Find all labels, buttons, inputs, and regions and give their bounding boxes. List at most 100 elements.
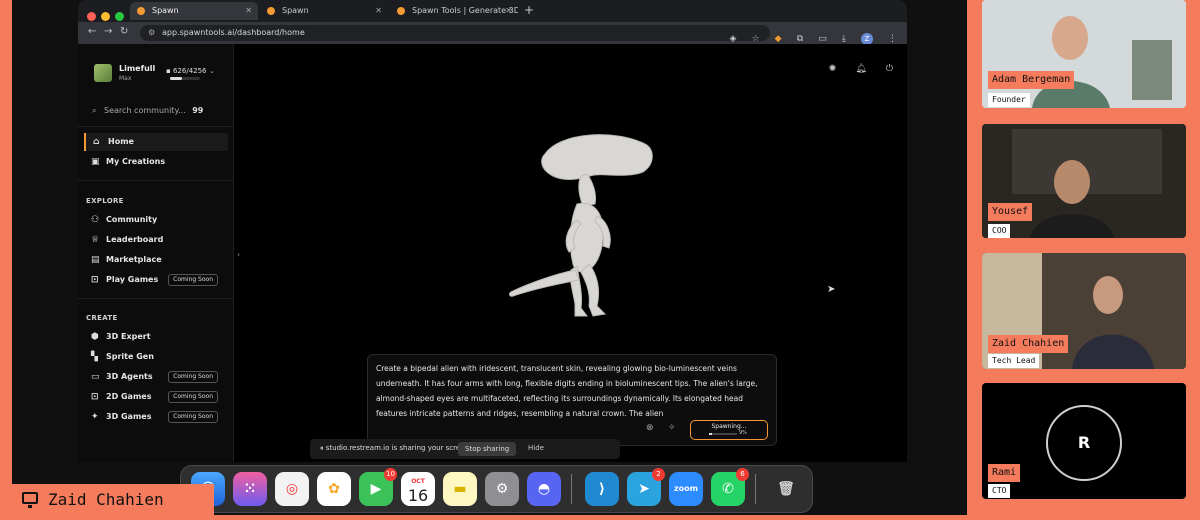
search-icon: ⌕ bbox=[92, 106, 97, 115]
screen-share-bar: ⏸ studio.restream.io is sharing your scr… bbox=[310, 439, 620, 459]
explore-section-title: EXPLORE bbox=[86, 197, 124, 205]
telegram-icon[interactable]: ➤ 2 bbox=[627, 468, 665, 506]
avatar: R bbox=[1046, 405, 1122, 481]
coming-soon-badge: Coming Soon bbox=[168, 274, 218, 286]
monitor-icon bbox=[22, 492, 38, 508]
collapse-sidebar-icon[interactable]: ‹ bbox=[237, 250, 240, 259]
facetime-icon[interactable]: ▶ 10 bbox=[359, 468, 397, 506]
spawn-button[interactable]: Spawning... 9% bbox=[690, 420, 768, 440]
close-tab-icon[interactable]: ✕ bbox=[245, 2, 252, 20]
participant-name: Adam Bergeman bbox=[988, 71, 1075, 89]
help-icon[interactable]: ⏻ bbox=[886, 64, 893, 74]
address-bar[interactable]: ⚙ app.spawntools.ai/dashboard/home bbox=[140, 25, 770, 41]
sidebar-item-home[interactable]: ⌂ Home bbox=[84, 133, 228, 151]
macos-dock: ☺ ⁙ ◎ ✿ ▶10 OCT16 ▬ ⚙ ◓ ⟩ ➤2 zoom ✆6 🗑︎ bbox=[180, 465, 813, 513]
sidepanel-icon[interactable]: ▭ bbox=[818, 34, 827, 44]
puzzle-extensions-icon[interactable]: ⧉ bbox=[797, 34, 803, 44]
sidebar-item-3d-expert[interactable]: ⬢ 3D Expert bbox=[84, 328, 228, 346]
spawn-progress-bar bbox=[709, 433, 737, 435]
participant-tile-1[interactable]: Adam Bergeman Founder bbox=[982, 0, 1186, 108]
dock-separator bbox=[571, 474, 572, 504]
maximize-window-button[interactable] bbox=[115, 12, 124, 21]
spawn-favicon-icon bbox=[137, 7, 145, 15]
sidebar-item-leaderboard[interactable]: ♕ Leaderboard bbox=[84, 231, 228, 249]
coming-soon-badge: Coming Soon bbox=[168, 411, 218, 423]
dock-separator bbox=[755, 474, 756, 504]
new-tab-button[interactable]: + bbox=[524, 2, 534, 18]
main-viewport: ✺ 🔔︎ ⏻ ‹ ➤ Create a bipedal alien with i… bbox=[235, 44, 907, 462]
sidebar-item-community[interactable]: ⚇ Community bbox=[84, 211, 228, 229]
sprite-icon: ▚ bbox=[91, 352, 98, 362]
extension-icon[interactable]: ◈ bbox=[729, 34, 736, 44]
sidebar-item-3d-agents[interactable]: ▭ 3D Agents Coming Soon bbox=[84, 368, 228, 386]
stop-sharing-button[interactable]: Stop sharing bbox=[458, 442, 517, 456]
participant-name: Zaid Chahien bbox=[988, 335, 1069, 353]
browser-tab-3[interactable]: Spawn Tools | Generate 3D A ✕ bbox=[390, 2, 518, 20]
spawn-favicon-icon bbox=[397, 7, 405, 15]
forward-icon[interactable]: → bbox=[104, 26, 112, 37]
browser-tab-2[interactable]: Spawn ✕ bbox=[260, 2, 388, 20]
prompt-box[interactable]: Create a bipedal alien with iridescent, … bbox=[367, 354, 777, 446]
browser-tab-1[interactable]: Spawn ✕ bbox=[130, 2, 258, 20]
minimize-window-button[interactable] bbox=[101, 12, 110, 21]
download-icon[interactable]: ⤓ bbox=[842, 34, 846, 44]
sidebar-item-sprite-gen[interactable]: ▚ Sprite Gen bbox=[84, 348, 228, 366]
sidebar-item-my-creations[interactable]: ▣ My Creations bbox=[84, 153, 228, 171]
sidebar-item-2d-games[interactable]: ⊡ 2D Games Coming Soon bbox=[84, 388, 228, 406]
calendar-icon[interactable]: OCT 16 bbox=[401, 472, 435, 506]
site-info-icon[interactable]: ⚙ bbox=[148, 25, 155, 41]
whatsapp-icon[interactable]: ✆ 6 bbox=[711, 468, 749, 506]
settings-icon[interactable]: ⊗ bbox=[646, 423, 654, 433]
discord-icon[interactable]: ◓ bbox=[527, 472, 561, 506]
notifications-bell-icon[interactable]: 🔔︎ bbox=[855, 64, 866, 74]
zoom-icon[interactable]: zoom bbox=[669, 472, 703, 506]
photos-icon[interactable]: ✿ bbox=[317, 472, 351, 506]
search-shortcut: 99 bbox=[192, 106, 204, 115]
back-icon[interactable]: ← bbox=[88, 26, 96, 37]
participant-name: Rami bbox=[988, 464, 1021, 482]
close-window-button[interactable] bbox=[87, 12, 96, 21]
community-search[interactable]: ⌕ Search community... 99 bbox=[92, 106, 203, 116]
screen-share-text: ⏸ studio.restream.io is sharing your scr… bbox=[320, 444, 472, 452]
header-icons: ✺ 🔔︎ ⏻ bbox=[815, 56, 893, 75]
tab-label: Spawn bbox=[282, 6, 309, 15]
reload-icon[interactable]: ↻ bbox=[120, 26, 128, 37]
brave-extension-icon[interactable]: ◆ bbox=[775, 34, 782, 44]
participant-tile-4[interactable]: R Rami CTO bbox=[982, 383, 1186, 499]
3d-alien-model[interactable] bbox=[505, 124, 665, 324]
notification-badge: 6 bbox=[736, 468, 749, 481]
chrome-icon[interactable]: ◎ bbox=[275, 472, 309, 506]
theme-toggle-icon[interactable]: ✺ bbox=[829, 64, 837, 74]
sidebar-item-label: Community bbox=[106, 215, 158, 224]
sidebar-item-marketplace[interactable]: ▤ Marketplace bbox=[84, 251, 228, 269]
hide-share-bar-button[interactable]: Hide bbox=[528, 444, 544, 452]
sidebar-item-label: Play Games bbox=[106, 275, 159, 284]
system-settings-icon[interactable]: ⚙ bbox=[485, 472, 519, 506]
vscode-icon[interactable]: ⟩ bbox=[585, 472, 619, 506]
prompt-text: Create a bipedal alien with iridescent, … bbox=[376, 364, 758, 418]
bookmark-star-icon[interactable]: ☆ bbox=[752, 34, 760, 44]
sidebar-item-label: Marketplace bbox=[106, 255, 162, 264]
launchpad-icon[interactable]: ⁙ bbox=[233, 472, 267, 506]
divider bbox=[78, 180, 234, 181]
trash-icon[interactable]: 🗑︎ bbox=[769, 472, 803, 506]
workspace-logo bbox=[94, 64, 112, 82]
divider bbox=[78, 298, 234, 299]
sidebar-item-label: My Creations bbox=[106, 157, 166, 166]
notes-icon[interactable]: ▬ bbox=[443, 472, 477, 506]
close-tab-icon[interactable]: ✕ bbox=[505, 2, 512, 20]
sidebar-item-3d-games[interactable]: ✦ 3D Games Coming Soon bbox=[84, 408, 228, 426]
participant-role: Founder bbox=[988, 93, 1030, 107]
participant-tile-2[interactable]: Yousef COO bbox=[982, 124, 1186, 238]
enhance-sparkle-icon[interactable]: ✧ bbox=[668, 423, 676, 433]
participant-name: Yousef bbox=[988, 203, 1033, 221]
create-section-title: CREATE bbox=[86, 314, 118, 322]
participant-tile-3[interactable]: Zaid Chahien Tech Lead bbox=[982, 253, 1186, 369]
tab-label: Spawn bbox=[152, 6, 179, 15]
sidebar-item-play-games[interactable]: ⊡ Play Games Coming Soon bbox=[84, 271, 228, 289]
browser-menu-icon[interactable]: ⋮ bbox=[888, 34, 897, 44]
sidebar-item-label: Leaderboard bbox=[106, 235, 164, 244]
gamepad-icon: ⊡ bbox=[91, 275, 99, 285]
close-tab-icon[interactable]: ✕ bbox=[375, 2, 382, 20]
sidebar-item-label: 3D Games bbox=[106, 412, 152, 421]
